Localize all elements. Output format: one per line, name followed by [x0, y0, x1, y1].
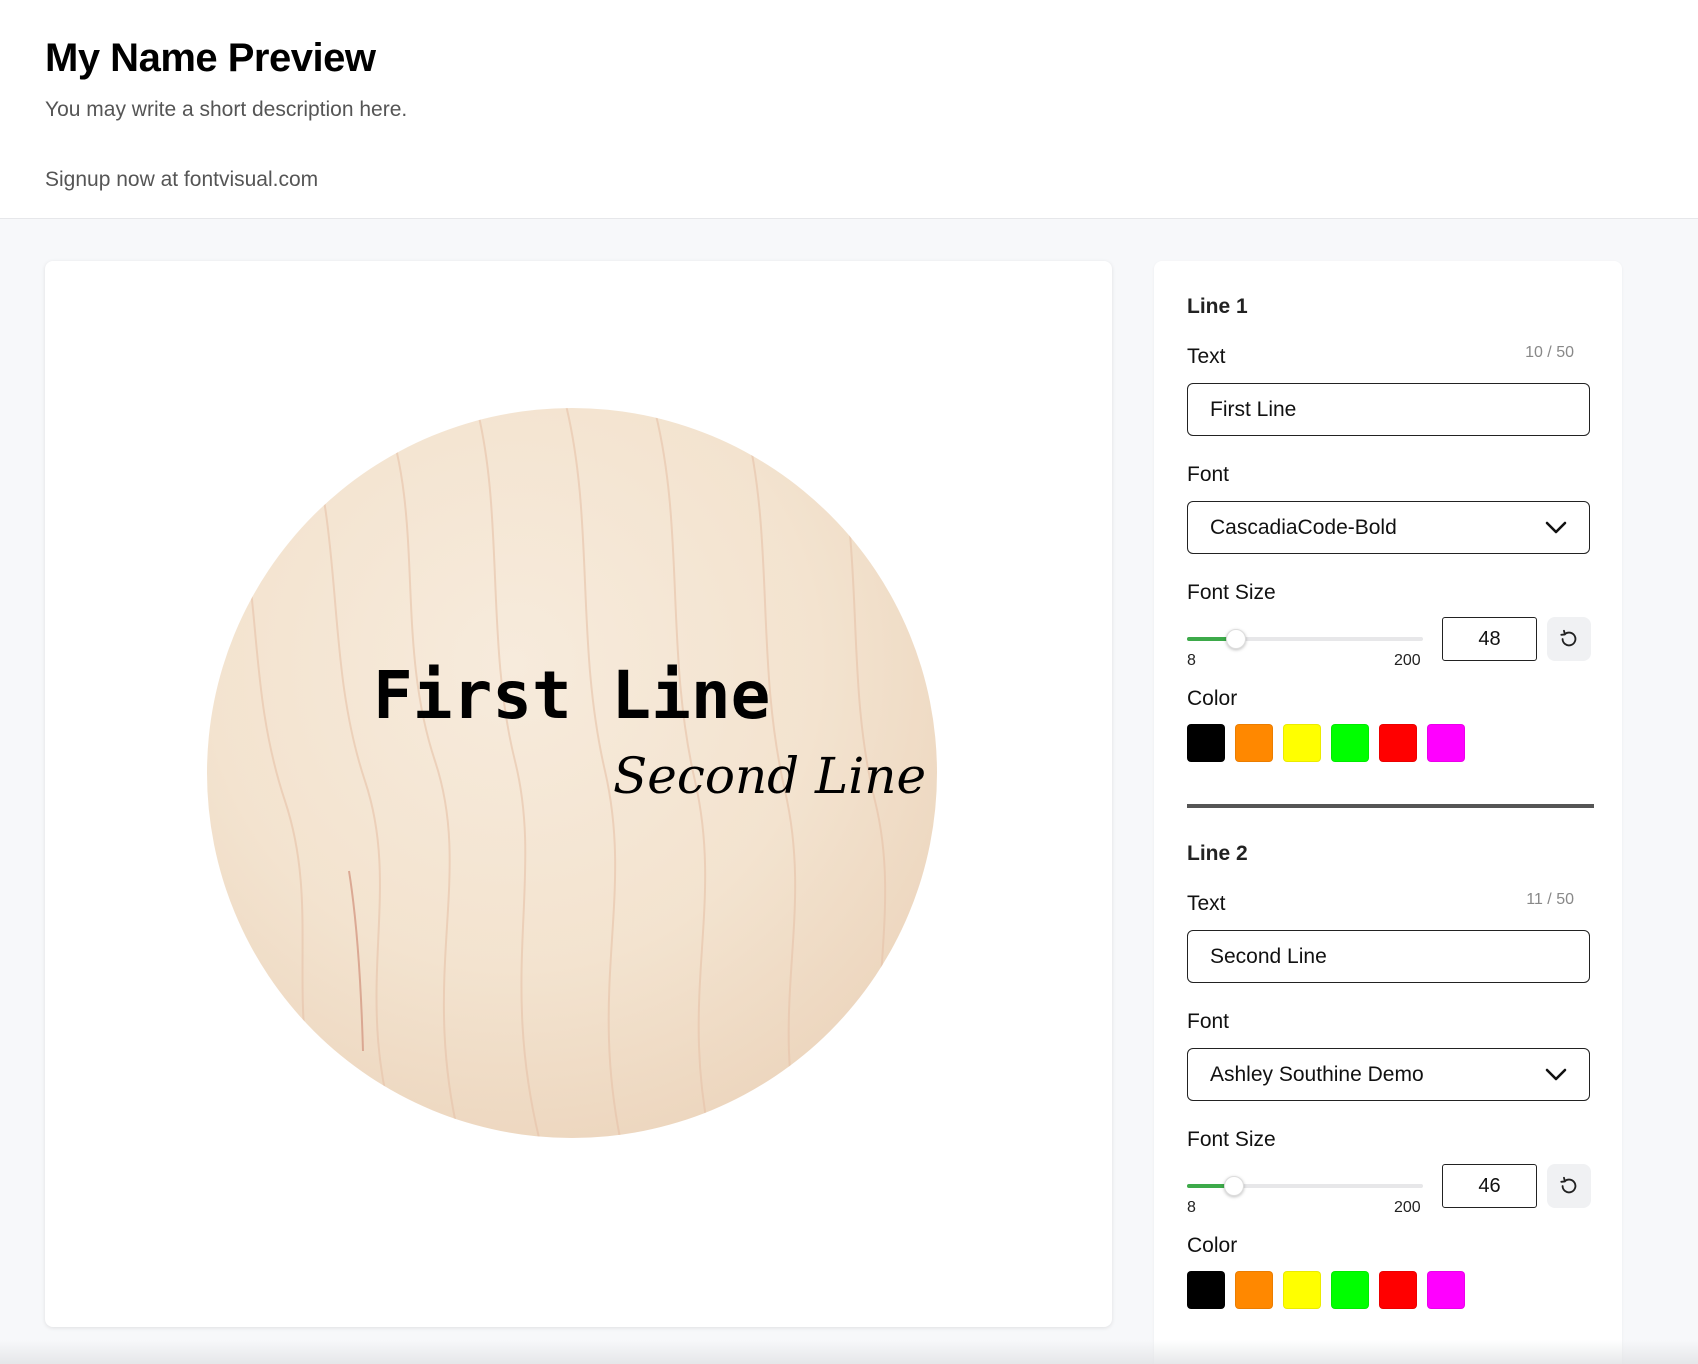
- reset-icon: [1560, 629, 1577, 647]
- color-swatch-red[interactable]: [1379, 724, 1417, 762]
- section-divider: [1187, 804, 1594, 808]
- color-swatch-black[interactable]: [1187, 724, 1225, 762]
- line-1-reset-button[interactable]: [1547, 617, 1591, 661]
- line-1-font-select[interactable]: CascadiaCode-Bold: [1187, 501, 1590, 554]
- line-1-color-swatches: [1187, 724, 1465, 762]
- preview-canvas: First Line Second Line: [207, 408, 937, 1138]
- line-2-font-select[interactable]: Ashley Southine Demo: [1187, 1048, 1590, 1101]
- line-1-size-label: Font Size: [1187, 581, 1276, 604]
- line-2-font-value: Ashley Southine Demo: [1210, 1062, 1424, 1086]
- line-2-size-max: 200: [1394, 1199, 1421, 1216]
- color-swatch-orange[interactable]: [1235, 724, 1273, 762]
- line-1-size-slider[interactable]: [1187, 627, 1423, 651]
- line-2-font-label: Font: [1187, 1010, 1230, 1033]
- line-1-text-label: Text: [1187, 345, 1226, 368]
- preview-line-2: Second Line: [613, 747, 926, 805]
- line-2-char-count: 11 / 50: [1526, 891, 1574, 908]
- line-2-size-label: Font Size: [1187, 1128, 1276, 1151]
- line-1-char-count: 10 / 50: [1525, 344, 1574, 361]
- reset-icon: [1560, 1176, 1577, 1194]
- line-2-size-input[interactable]: [1442, 1164, 1537, 1208]
- signup-text: Signup now at fontvisual.com: [45, 168, 319, 191]
- color-swatch-magenta[interactable]: [1427, 724, 1465, 762]
- wood-disc: [207, 408, 937, 1138]
- slider-thumb[interactable]: [1226, 629, 1247, 649]
- color-swatch-green[interactable]: [1331, 724, 1369, 762]
- line-1-font-label: Font: [1187, 463, 1230, 486]
- line-1-size-max: 200: [1394, 652, 1421, 669]
- line-2-reset-button[interactable]: [1547, 1164, 1591, 1208]
- line-2-size-slider[interactable]: [1187, 1174, 1423, 1198]
- line-1-size-min: 8: [1187, 652, 1196, 669]
- line-2-text-input[interactable]: [1187, 930, 1590, 983]
- preview-line-1: First Line: [373, 657, 770, 734]
- line-1-title: Line 1: [1187, 295, 1248, 318]
- color-swatch-yellow[interactable]: [1283, 724, 1321, 762]
- color-swatch-red[interactable]: [1379, 1271, 1417, 1309]
- slider-thumb[interactable]: [1223, 1176, 1244, 1196]
- color-swatch-orange[interactable]: [1235, 1271, 1273, 1309]
- preview-card: First Line Second Line: [45, 261, 1112, 1327]
- line-2-color-label: Color: [1187, 1234, 1238, 1257]
- settings-panel: Line 1 Text 10 / 50 Font CascadiaCode-Bo…: [1154, 261, 1622, 1364]
- chevron-down-icon: [1545, 521, 1567, 533]
- line-1-color-label: Color: [1187, 687, 1238, 710]
- line-2-color-swatches: [1187, 1271, 1465, 1309]
- page-header: My Name Preview You may write a short de…: [0, 0, 1698, 219]
- page-title: My Name Preview: [45, 36, 376, 80]
- chevron-down-icon: [1545, 1068, 1567, 1080]
- line-2-text-label: Text: [1187, 892, 1226, 915]
- color-swatch-yellow[interactable]: [1283, 1271, 1321, 1309]
- bottom-shade: [0, 1340, 1698, 1364]
- color-swatch-green[interactable]: [1331, 1271, 1369, 1309]
- line-1-font-value: CascadiaCode-Bold: [1210, 515, 1397, 539]
- line-2-title: Line 2: [1187, 842, 1248, 865]
- line-1-text-input[interactable]: [1187, 383, 1590, 436]
- color-swatch-black[interactable]: [1187, 1271, 1225, 1309]
- page-description: You may write a short description here.: [45, 98, 408, 121]
- color-swatch-magenta[interactable]: [1427, 1271, 1465, 1309]
- line-1-size-input[interactable]: [1442, 617, 1537, 661]
- line-2-size-min: 8: [1187, 1199, 1196, 1216]
